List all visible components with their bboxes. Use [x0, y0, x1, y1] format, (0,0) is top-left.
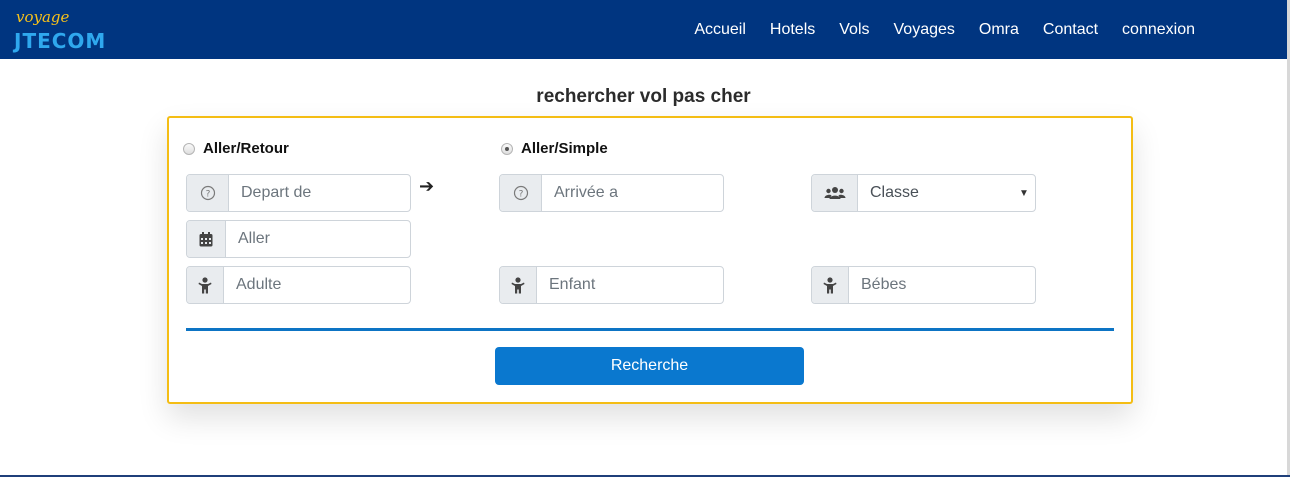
- class-select-value: Classe: [870, 184, 919, 201]
- nav-link-omra[interactable]: Omra: [967, 21, 1031, 39]
- svg-text:?: ?: [205, 190, 210, 200]
- radio-round-trip[interactable]: Aller/Retour: [183, 140, 289, 157]
- babies-input[interactable]: [849, 267, 1035, 303]
- nav-link-vols[interactable]: Vols: [827, 21, 881, 39]
- page: voyage JTECOM Accueil Hotels Vols Voyage…: [0, 0, 1290, 477]
- departure-input[interactable]: [229, 175, 410, 211]
- nav-link-accueil[interactable]: Accueil: [682, 21, 758, 39]
- nav-link-contact[interactable]: Contact: [1031, 21, 1110, 39]
- radio-one-way-label: Aller/Simple: [521, 140, 608, 157]
- departure-field: ?: [186, 174, 411, 212]
- svg-text:?: ?: [518, 190, 523, 200]
- child-icon: [187, 267, 224, 303]
- question-circle-icon: ?: [500, 175, 542, 211]
- radio-one-way[interactable]: Aller/Simple: [501, 140, 608, 157]
- top-navbar: voyage JTECOM Accueil Hotels Vols Voyage…: [0, 0, 1287, 59]
- nav-link-connexion[interactable]: connexion: [1110, 21, 1207, 39]
- caret-down-icon: ▼: [1019, 187, 1029, 199]
- arrival-input[interactable]: [542, 175, 723, 211]
- logo-brand-text: JTECOM: [14, 29, 107, 53]
- child-icon: [500, 267, 537, 303]
- search-button[interactable]: Recherche: [495, 347, 804, 385]
- arrival-field: ?: [499, 174, 724, 212]
- radio-round-trip-label: Aller/Retour: [203, 140, 289, 157]
- date-out-field: [186, 220, 411, 258]
- class-select[interactable]: Classe ▼: [811, 174, 1036, 212]
- radio-one-way-dot[interactable]: [501, 142, 513, 155]
- site-logo[interactable]: voyage JTECOM: [12, 8, 132, 54]
- radio-round-trip-dot[interactable]: [183, 142, 195, 155]
- nav-link-hotels[interactable]: Hotels: [758, 21, 827, 39]
- date-out-input[interactable]: [226, 221, 410, 257]
- adults-input[interactable]: [224, 267, 410, 303]
- page-title: rechercher vol pas cher: [536, 86, 751, 107]
- calendar-icon: [187, 221, 226, 257]
- babies-field: [811, 266, 1036, 304]
- main-nav: Accueil Hotels Vols Voyages Omra Contact…: [682, 0, 1207, 59]
- logo-script-text: voyage: [16, 8, 70, 26]
- children-field: [499, 266, 724, 304]
- child-icon: [812, 267, 849, 303]
- question-circle-icon: ?: [187, 175, 229, 211]
- flight-search-form: Aller/Retour Aller/Simple ? ➔ ? Classe ▼: [167, 116, 1133, 404]
- users-icon: [812, 175, 858, 211]
- children-input[interactable]: [537, 267, 723, 303]
- arrow-right-icon: ➔: [419, 176, 435, 196]
- nav-link-voyages[interactable]: Voyages: [882, 21, 967, 39]
- adults-field: [186, 266, 411, 304]
- form-divider: [186, 328, 1114, 331]
